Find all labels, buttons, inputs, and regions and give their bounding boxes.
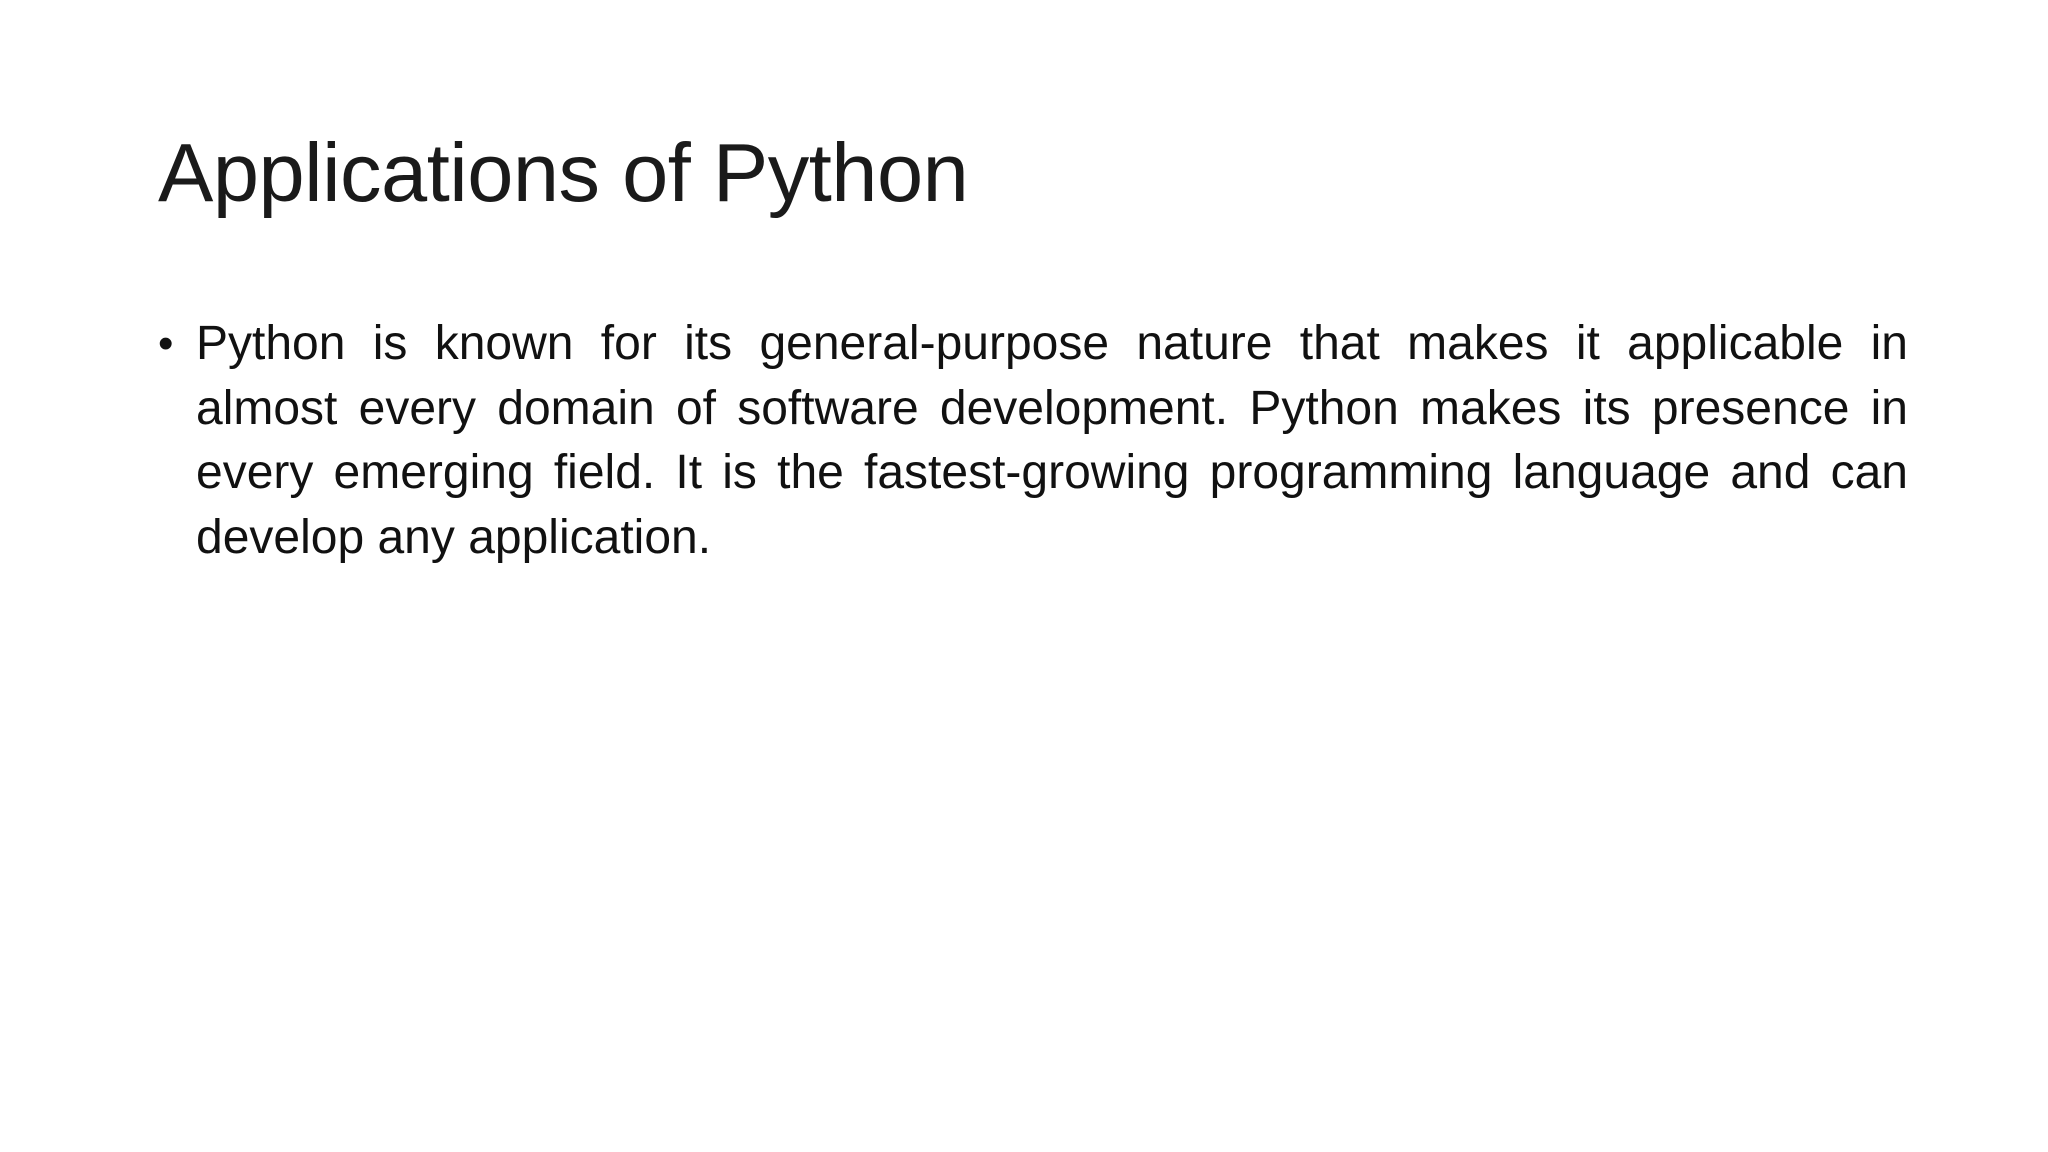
slide: Applications of Python • Python is known… [0,0,2048,1152]
slide-title: Applications of Python [158,126,969,219]
bullet-text: Python is known for its general-purpose … [196,317,1908,564]
bullet-item: • Python is known for its general-purpos… [158,312,1908,570]
bullet-list: • Python is known for its general-purpos… [158,312,1908,570]
bullet-marker: • [158,319,174,368]
